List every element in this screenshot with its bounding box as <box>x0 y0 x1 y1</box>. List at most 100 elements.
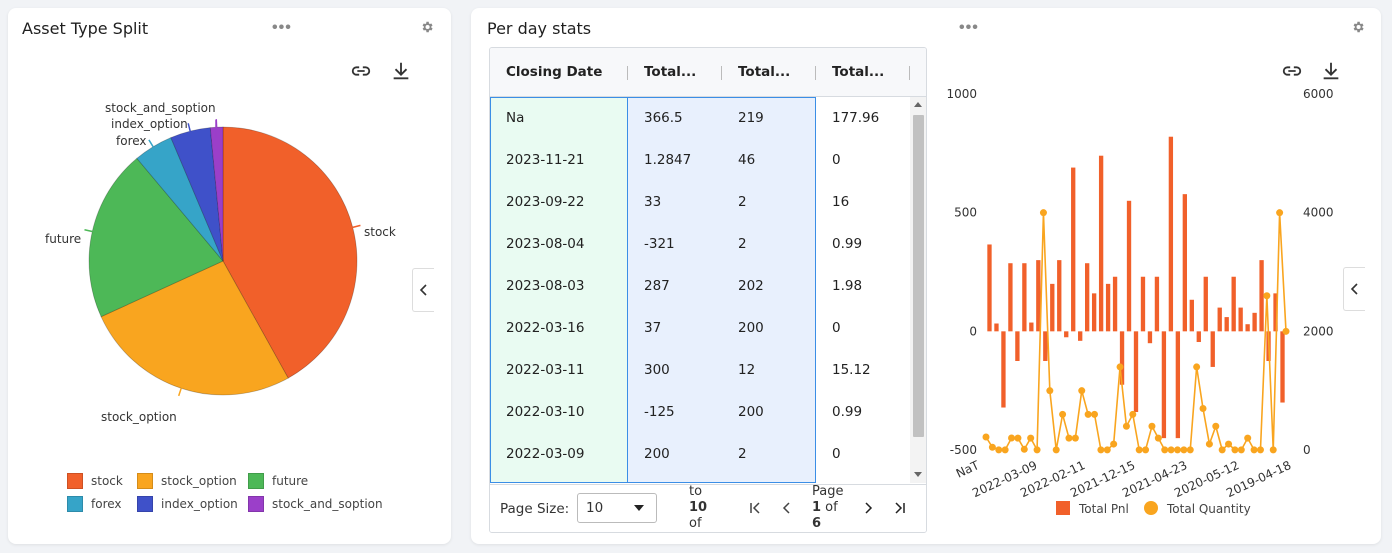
scroll-down-icon[interactable] <box>914 472 922 478</box>
table-row[interactable]: 2022-03-10 -125 200 0.99 <box>490 391 910 433</box>
page-of: of <box>821 500 838 515</box>
cell-closing-date[interactable]: Na <box>490 97 628 139</box>
asset-card-menu-icon[interactable]: ••• <box>272 19 292 37</box>
cell-closing-date[interactable]: 2022-03-16 <box>490 307 628 349</box>
first-page-icon[interactable] <box>746 499 764 517</box>
cell-total-pnl[interactable]: 300 <box>628 349 722 391</box>
scrollbar-thumb[interactable] <box>913 115 924 437</box>
cell-total-quantity[interactable]: 2 <box>722 433 816 475</box>
cell-closing-date[interactable]: 2022-03-09 <box>490 433 628 475</box>
cell-total-quantity[interactable]: 2 <box>722 181 816 223</box>
table-row[interactable]: Na 366.5 219 177.96 <box>490 97 910 139</box>
pie-slice-label: forex <box>116 134 147 148</box>
collapse-panel-button[interactable] <box>1343 267 1365 311</box>
gear-icon[interactable] <box>420 20 434 34</box>
cell-total-pnl[interactable]: -125 <box>628 391 722 433</box>
page-size-select[interactable]: 10 <box>577 493 657 523</box>
table-row[interactable]: 2023-08-04 -321 2 0.99 <box>490 223 910 265</box>
legend-swatch-total-pnl <box>1056 501 1070 515</box>
link-icon[interactable] <box>350 60 372 82</box>
point-total-quantity <box>1008 434 1016 442</box>
cell-total-quantity[interactable] <box>722 475 816 483</box>
column-header-closing-date[interactable]: Closing Date <box>490 48 628 97</box>
point-total-quantity <box>1059 410 1067 418</box>
pie-slice-label: stock_and_soption <box>105 101 216 115</box>
legend-item-index-option[interactable]: index_option <box>137 496 238 512</box>
cell-total-fees[interactable]: 15.12 <box>816 349 910 391</box>
legend-item-stock-option[interactable]: stock_option <box>137 473 237 489</box>
table-row[interactable]: 2023-08-03 287 202 1.98 <box>490 265 910 307</box>
y-right-tick-label: 2000 <box>1303 324 1334 338</box>
cell-total-pnl[interactable]: 33 <box>628 181 722 223</box>
cell-total-quantity[interactable]: 200 <box>722 307 816 349</box>
legend-swatch <box>137 496 153 512</box>
scroll-up-icon[interactable] <box>914 101 922 107</box>
cell-total-fees[interactable]: 0.99 <box>816 223 910 265</box>
cell-total-quantity[interactable]: 200 <box>722 391 816 433</box>
table-row[interactable]: 2022-03-11 300 12 15.12 <box>490 349 910 391</box>
y-left-tick-label: 500 <box>954 206 977 220</box>
cell-total-quantity[interactable]: 2 <box>722 223 816 265</box>
cell-total-fees[interactable]: 0 <box>816 433 910 475</box>
point-total-quantity <box>1193 363 1201 371</box>
cell-total-pnl[interactable] <box>628 475 722 483</box>
cell-total-quantity[interactable]: 219 <box>722 97 816 139</box>
cell-closing-date[interactable] <box>490 475 628 483</box>
cell-total-quantity[interactable]: 46 <box>722 139 816 181</box>
cell-closing-date[interactable]: 2023-08-03 <box>490 265 628 307</box>
legend-item-forex[interactable]: forex <box>67 496 122 512</box>
cell-closing-date[interactable]: 2022-03-10 <box>490 391 628 433</box>
bar-total-pnl <box>1085 263 1090 332</box>
cell-total-pnl[interactable]: 200 <box>628 433 722 475</box>
cell-total-quantity[interactable]: 12 <box>722 349 816 391</box>
stats-card-menu-icon[interactable]: ••• <box>959 19 979 37</box>
legend-label: stock_and_soption <box>272 497 383 511</box>
cell-total-pnl[interactable]: 1.2847 <box>628 139 722 181</box>
cell-closing-date[interactable]: 2022-03-11 <box>490 349 628 391</box>
cell-total-fees[interactable]: 0 <box>816 139 910 181</box>
next-page-icon[interactable] <box>859 499 877 517</box>
legend-item-stock-and-soption[interactable]: stock_and_soption <box>248 496 383 512</box>
gear-icon[interactable] <box>1351 20 1365 34</box>
last-page-icon[interactable] <box>891 499 909 517</box>
table-row[interactable]: 2022-03-09 200 2 0 <box>490 433 910 475</box>
cell-total-pnl[interactable]: 37 <box>628 307 722 349</box>
cell-total-pnl[interactable]: -321 <box>628 223 722 265</box>
table-row[interactable] <box>490 475 910 483</box>
bar-total-pnl <box>1029 322 1034 332</box>
column-separator[interactable] <box>909 66 910 80</box>
cell-total-pnl[interactable]: 366.5 <box>628 97 722 139</box>
bar-total-pnl <box>1161 331 1167 439</box>
link-icon[interactable] <box>1281 60 1303 82</box>
cell-closing-date[interactable]: 2023-11-21 <box>490 139 628 181</box>
collapse-panel-button[interactable] <box>412 268 434 312</box>
bar-total-pnl <box>1280 331 1285 403</box>
column-header-total-quantity[interactable]: Total... <box>722 48 816 97</box>
table-row[interactable]: 2022-03-16 37 200 0 <box>490 307 910 349</box>
cell-total-fees[interactable]: 0.99 <box>816 391 910 433</box>
cell-total-quantity[interactable]: 202 <box>722 265 816 307</box>
column-header-total-pnl[interactable]: Total... <box>628 48 722 97</box>
cell-closing-date[interactable]: 2023-08-04 <box>490 223 628 265</box>
cell-closing-date[interactable]: 2023-09-22 <box>490 181 628 223</box>
column-header-total-fees[interactable]: Total... <box>816 48 910 97</box>
table-row[interactable]: 2023-11-21 1.2847 46 0 <box>490 139 910 181</box>
y-left-tick-label: 1000 <box>946 87 977 101</box>
legend-item-stock[interactable]: stock <box>67 473 123 489</box>
point-total-quantity <box>1039 209 1047 217</box>
vertical-scrollbar[interactable] <box>910 97 926 483</box>
download-icon[interactable] <box>390 60 412 82</box>
point-total-quantity <box>1014 434 1022 442</box>
cell-total-fees[interactable]: 0 <box>816 307 910 349</box>
cell-total-fees[interactable]: 177.96 <box>816 97 910 139</box>
previous-page-icon[interactable] <box>778 499 796 517</box>
row-range-to: to <box>689 484 703 499</box>
cell-total-fees[interactable]: 16 <box>816 181 910 223</box>
cell-total-pnl[interactable]: 287 <box>628 265 722 307</box>
point-total-quantity <box>1103 446 1111 454</box>
cell-total-fees[interactable] <box>816 475 910 483</box>
legend-item-future[interactable]: future <box>248 473 308 489</box>
table-row[interactable]: 2023-09-22 33 2 16 <box>490 181 910 223</box>
download-icon[interactable] <box>1320 60 1342 82</box>
cell-total-fees[interactable]: 1.98 <box>816 265 910 307</box>
